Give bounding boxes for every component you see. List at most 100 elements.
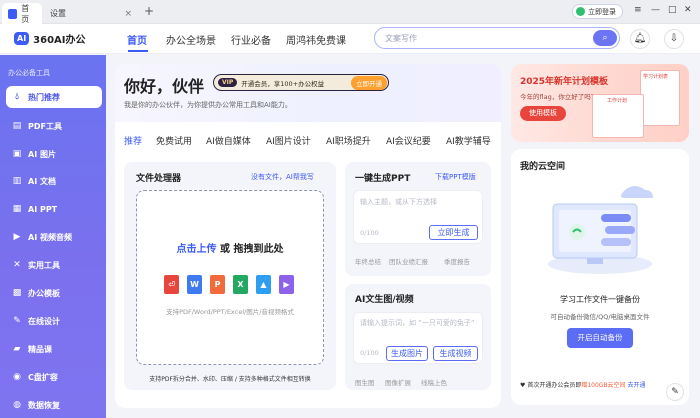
hero-subtitle: 我是你的办公伙伴，为你提供办公常用工具和AI能力。: [124, 101, 292, 109]
menu-icon[interactable]: ≡: [634, 5, 642, 15]
cloud-open-link[interactable]: 去开通: [627, 382, 645, 389]
sidebar-item-ai-ppt[interactable]: ▦ AI PPT: [6, 198, 102, 220]
template-preview-card: 学习计划表: [640, 70, 680, 126]
tab-recommend[interactable]: 推荐: [124, 134, 142, 147]
ppt-tag[interactable]: 年终总结: [355, 256, 381, 266]
ppt-tag[interactable]: 团队业绩汇报: [389, 256, 428, 266]
new-tab-button[interactable]: +: [144, 4, 154, 18]
sidebar-item-course[interactable]: ▰ 精品课: [6, 338, 102, 360]
sidebar-item-label: 热门推荐: [28, 92, 60, 102]
download-ppt-link[interactable]: 下载PPT模版: [435, 172, 476, 182]
maximize-icon[interactable]: □: [668, 5, 677, 15]
template-preview-label-2: 工作计划: [607, 98, 628, 104]
home-tab-icon: [8, 8, 18, 19]
image-tag[interactable]: 图像扩展: [385, 377, 411, 387]
sidebar-item-tools[interactable]: ✕ 实用工具: [6, 254, 102, 276]
nav-industry[interactable]: 行业必备: [231, 32, 271, 47]
pdf-file-icon: ⏎: [164, 275, 179, 294]
nav-active-underline: [128, 50, 148, 52]
cloud-illustration: [548, 186, 653, 274]
sidebar-item-ai-image[interactable]: ▣ AI 图片: [6, 143, 102, 165]
upload-drag-text: 拖拽到此处: [233, 244, 284, 255]
tab-image-design[interactable]: AI图片设计: [266, 134, 311, 147]
tab-settings[interactable]: 设置 ×: [44, 3, 138, 24]
upload-or: 或: [220, 244, 230, 255]
image-counter: 0/100: [360, 349, 379, 357]
vip-text: 开通会员，享100+办公权益: [241, 79, 325, 88]
ai-image-card-title: AI文生图/视频: [355, 295, 414, 305]
ppt-input-placeholder: 输入主题，或从下方选择: [360, 198, 437, 206]
download-icon[interactable]: ⇩: [664, 29, 684, 49]
pdf-icon: ▤: [12, 121, 22, 131]
nav-home[interactable]: 首页: [127, 32, 147, 47]
image-tag[interactable]: 线稿上色: [421, 377, 447, 387]
banner-title: 2025年新年计划模板: [520, 77, 609, 87]
generate-video-button[interactable]: 生成视频: [433, 346, 478, 361]
app-logo[interactable]: AI 360AI办公: [14, 31, 86, 46]
video-icon: ▶: [13, 232, 21, 242]
sidebar-item-label: C盘扩容: [28, 372, 58, 382]
nav-free-course[interactable]: 周鸿祎免费课: [286, 32, 346, 47]
tab-teaching[interactable]: AI教学辅导: [446, 134, 491, 147]
generate-image-button[interactable]: 生成图片: [386, 346, 428, 361]
enable-backup-button[interactable]: 开启自动备份: [567, 328, 633, 348]
logo-text: 360AI办公: [33, 35, 86, 46]
image-prompt-input[interactable]: 请输入提示词，如 “一只可爱的兔子” 0/100 生成图片 生成视频: [353, 312, 483, 364]
tools-icon: ✕: [13, 260, 21, 270]
vip-open-button[interactable]: 立即开通: [351, 75, 387, 90]
generate-ppt-button[interactable]: 立即生成: [429, 225, 478, 240]
ppt-input[interactable]: 输入主题，或从下方选择 0/100 立即生成: [353, 190, 483, 244]
word-file-icon: W: [187, 275, 202, 294]
tab-free-trial[interactable]: 免费试用: [156, 134, 192, 147]
cloud-footer-prefix: 首次开通办公会员即: [527, 382, 582, 389]
tab-home-label: 首页: [21, 3, 30, 24]
ai-write-link[interactable]: 没有文件，AI帮我写: [251, 172, 314, 182]
bell-icon[interactable]: 🔔︎: [630, 29, 650, 49]
sidebar-item-templates[interactable]: ▩ 办公模板: [6, 282, 102, 304]
heart-icon: ♥: [520, 382, 526, 389]
nav-office-scenes[interactable]: 办公全场景: [166, 32, 216, 47]
upload-prompt[interactable]: 点击上传 或 拖拽到此处: [136, 240, 324, 255]
sidebar-item-design[interactable]: ✎ 在线设计: [6, 310, 102, 332]
fire-icon: 💧︎: [15, 92, 19, 102]
close-tab-icon[interactable]: ×: [124, 9, 132, 19]
minimize-icon[interactable]: —: [651, 5, 660, 15]
doc-icon: ▥: [12, 176, 22, 186]
search-icon[interactable]: ⌕: [593, 30, 617, 46]
tab-settings-label: 设置: [50, 9, 66, 18]
login-button[interactable]: 立即登录: [572, 4, 623, 19]
sidebar-item-disk[interactable]: ◉ C盘扩容: [6, 366, 102, 388]
sidebar-item-ai-doc[interactable]: ▥ AI 文档: [6, 170, 102, 192]
vip-banner[interactable]: VIP 开通会员，享100+办公权益 立即开通: [213, 74, 389, 91]
sidebar-item-hot[interactable]: 💧︎ 热门推荐: [6, 86, 102, 108]
course-icon: ▰: [13, 344, 21, 354]
image-file-icon: ▲: [256, 275, 271, 294]
tab-meeting[interactable]: AI会议纪要: [386, 134, 431, 147]
upload-link[interactable]: 点击上传: [177, 244, 217, 255]
file-processor-footer: 支持PDF拆分合并、水印、压缩 / 支持多种格式文件相互转换: [149, 376, 311, 383]
ppt-tag[interactable]: 季度报告: [444, 256, 470, 266]
sidebar-item-label: 数据恢复: [28, 400, 60, 410]
support-formats: 支持PDF/Word/PPT/Excel/图片/音视频格式: [166, 308, 294, 316]
cloud-footer-highlight: 赠100GB云空间: [581, 382, 626, 389]
tab-home[interactable]: 首页: [2, 3, 42, 24]
close-window-icon[interactable]: ✕: [684, 5, 692, 15]
image-prompt-placeholder: 请输入提示词，如 “一只可爱的兔子”: [360, 319, 475, 327]
sidebar-item-pdf[interactable]: ▤ PDF工具: [6, 115, 102, 137]
sidebar-item-label: 在线设计: [28, 316, 60, 326]
cloud-footer: ♥ 首次开通办公会员即赠100GB云空间 去开通: [520, 380, 645, 389]
sidebar-item-label: AI 视频音频: [28, 232, 72, 242]
tab-career[interactable]: AI职场提升: [326, 134, 371, 147]
use-template-button[interactable]: 使用模板: [520, 106, 566, 121]
search-input[interactable]: 文案写作 ⌕: [374, 27, 620, 49]
sidebar-item-recover[interactable]: ◍ 数据恢复: [6, 394, 102, 416]
vip-badge: VIP: [218, 78, 238, 87]
avatar-icon: [576, 7, 585, 16]
image-tag[interactable]: 图生图: [355, 377, 375, 387]
template-preview-card-2: 工作计划: [592, 94, 644, 138]
login-label: 立即登录: [588, 7, 616, 16]
cloud-title: 我的云空间: [520, 162, 566, 172]
edit-icon[interactable]: ✎: [666, 383, 684, 401]
sidebar-item-ai-video[interactable]: ▶ AI 视频音频: [6, 226, 102, 248]
tab-self-media[interactable]: AI做自媒体: [206, 134, 251, 147]
